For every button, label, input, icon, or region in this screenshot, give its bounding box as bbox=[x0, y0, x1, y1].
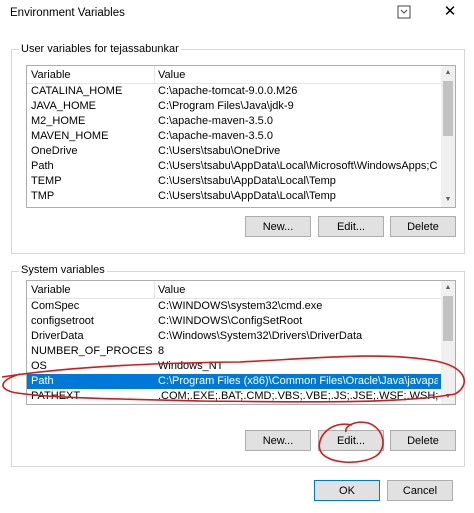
ok-button[interactable]: OK bbox=[314, 480, 380, 501]
variable-name-cell: Path bbox=[31, 160, 54, 172]
variable-value-cell: C:\Users\tsabu\AppData\Local\Microsoft\W… bbox=[158, 160, 438, 172]
table-row[interactable]: PATHEXT .COM;.EXE;.BAT;.CMD;.VBS;.VBE;.JS… bbox=[27, 389, 441, 404]
variable-name-cell: TMP bbox=[31, 190, 55, 202]
variable-value-cell: 8 bbox=[158, 345, 165, 357]
table-row[interactable]: JAVA_HOME C:\Program Files\Java\jdk-9 bbox=[27, 99, 441, 114]
scroll-up-arrow-icon[interactable]: ▲ bbox=[441, 281, 455, 295]
variable-value-cell: C:\Users\tsabu\AppData\Local\Temp bbox=[158, 190, 336, 202]
variable-name-cell: NUMBER_OF_PROCESSORS bbox=[31, 345, 153, 357]
variable-value-cell: C:\Windows\System32\Drivers\DriverData bbox=[158, 330, 363, 342]
variable-name-cell: configsetroot bbox=[31, 315, 94, 327]
variable-name-cell: PATHEXT bbox=[31, 390, 81, 402]
table-row[interactable]: TEMP C:\Users\tsabu\AppData\Local\Temp bbox=[27, 174, 441, 189]
variable-value-cell: C:\WINDOWS\ConfigSetRoot bbox=[158, 315, 303, 327]
scroll-down-arrow-icon[interactable]: ▼ bbox=[441, 193, 455, 207]
column-header-value[interactable]: Value bbox=[158, 69, 185, 81]
variable-name-cell: M2_HOME bbox=[31, 115, 86, 127]
table-row[interactable]: Path C:\Users\tsabu\AppData\Local\Microso… bbox=[27, 159, 441, 174]
cancel-button[interactable]: Cancel bbox=[387, 480, 453, 501]
variable-value-cell: C:\apache-tomcat-9.0.0.M26 bbox=[158, 85, 298, 97]
table-row[interactable]: TMP C:\Users\tsabu\AppData\Local\Temp bbox=[27, 189, 441, 204]
column-header-variable[interactable]: Variable bbox=[31, 69, 71, 81]
column-divider[interactable] bbox=[154, 66, 155, 83]
variable-name-cell: JAVA_HOME bbox=[31, 100, 96, 112]
variable-value-cell: C:\Program Files\Java\jdk-9 bbox=[158, 100, 294, 112]
title-bar: Environment Variables ✕ bbox=[0, 0, 474, 26]
list-header: Variable Value bbox=[27, 66, 441, 84]
variable-value-cell: .COM;.EXE;.BAT;.CMD;.VBS;.VBE;.JS;.JSE;.… bbox=[158, 390, 438, 402]
user-variables-label: User variables for tejassabunkar bbox=[19, 43, 181, 55]
column-header-variable[interactable]: Variable bbox=[31, 284, 71, 296]
scroll-up-arrow-icon[interactable]: ▲ bbox=[441, 66, 455, 80]
variable-name-cell: Path bbox=[31, 375, 54, 387]
variable-value-cell: C:\Users\tsabu\AppData\Local\Temp bbox=[158, 175, 336, 187]
table-row[interactable]: OS Windows_NT bbox=[27, 359, 441, 374]
variable-name-cell: TEMP bbox=[31, 175, 62, 187]
variable-name-cell: OS bbox=[31, 360, 47, 372]
variable-value-cell: C:\apache-maven-3.5.0 bbox=[158, 115, 273, 127]
table-row[interactable]: NUMBER_OF_PROCESSORS 8 bbox=[27, 344, 441, 359]
table-row[interactable]: Path C:\Program Files (x86)\Common Files\… bbox=[27, 374, 441, 389]
variable-value-cell: C:\WINDOWS\system32\cmd.exe bbox=[158, 300, 323, 312]
table-row[interactable]: M2_HOME C:\apache-maven-3.5.0 bbox=[27, 114, 441, 129]
help-icon[interactable] bbox=[396, 4, 412, 20]
variable-name-cell: ComSpec bbox=[31, 300, 80, 312]
variable-value-cell: C:\Users\tsabu\OneDrive bbox=[158, 145, 281, 157]
list-header: Variable Value bbox=[27, 281, 441, 299]
variable-name-cell: DriverData bbox=[31, 330, 84, 342]
variable-value-cell: Windows_NT bbox=[158, 360, 224, 372]
user-edit-button[interactable]: Edit... bbox=[318, 216, 384, 237]
vertical-scrollbar[interactable]: ▲ ▼ bbox=[441, 281, 455, 404]
table-row[interactable]: configsetroot C:\WINDOWS\ConfigSetRoot bbox=[27, 314, 441, 329]
vertical-scrollbar[interactable]: ▲ ▼ bbox=[441, 66, 455, 207]
table-row[interactable]: ComSpec C:\WINDOWS\system32\cmd.exe bbox=[27, 299, 441, 314]
system-new-button[interactable]: New... bbox=[245, 430, 311, 451]
variable-name-cell: MAVEN_HOME bbox=[31, 130, 109, 142]
table-row[interactable]: CATALINA_HOME C:\apache-tomcat-9.0.0.M26 bbox=[27, 84, 441, 99]
table-row[interactable]: DriverData C:\Windows\System32\Drivers\Dr… bbox=[27, 329, 441, 344]
user-delete-button[interactable]: Delete bbox=[390, 216, 456, 237]
system-variables-list[interactable]: Variable Value ComSpec C:\WINDOWS\system3… bbox=[26, 280, 456, 405]
variable-value-cell: C:\apache-maven-3.5.0 bbox=[158, 130, 273, 142]
close-icon[interactable]: ✕ bbox=[438, 1, 462, 23]
column-header-value[interactable]: Value bbox=[158, 284, 185, 296]
system-delete-button[interactable]: Delete bbox=[390, 430, 456, 451]
table-row[interactable]: OneDrive C:\Users\tsabu\OneDrive bbox=[27, 144, 441, 159]
variable-value-cell: C:\Program Files (x86)\Common Files\Orac… bbox=[158, 375, 438, 387]
variable-name-cell: CATALINA_HOME bbox=[31, 85, 123, 97]
table-row[interactable]: MAVEN_HOME C:\apache-maven-3.5.0 bbox=[27, 129, 441, 144]
system-variables-label: System variables bbox=[19, 264, 107, 276]
user-variables-list[interactable]: Variable Value CATALINA_HOME C:\apache-to… bbox=[26, 65, 456, 208]
system-edit-button[interactable]: Edit... bbox=[318, 430, 384, 451]
scroll-thumb[interactable] bbox=[443, 81, 453, 136]
table-row[interactable]: PROCESSOR_ARCHITECTUREAMD64 bbox=[27, 404, 441, 405]
scroll-down-arrow-icon[interactable]: ▼ bbox=[441, 390, 455, 404]
scroll-thumb[interactable] bbox=[443, 296, 453, 341]
user-new-button[interactable]: New... bbox=[245, 216, 311, 237]
variable-name-cell: OneDrive bbox=[31, 145, 78, 157]
column-divider[interactable] bbox=[154, 281, 155, 298]
window-title: Environment Variables bbox=[10, 7, 125, 19]
